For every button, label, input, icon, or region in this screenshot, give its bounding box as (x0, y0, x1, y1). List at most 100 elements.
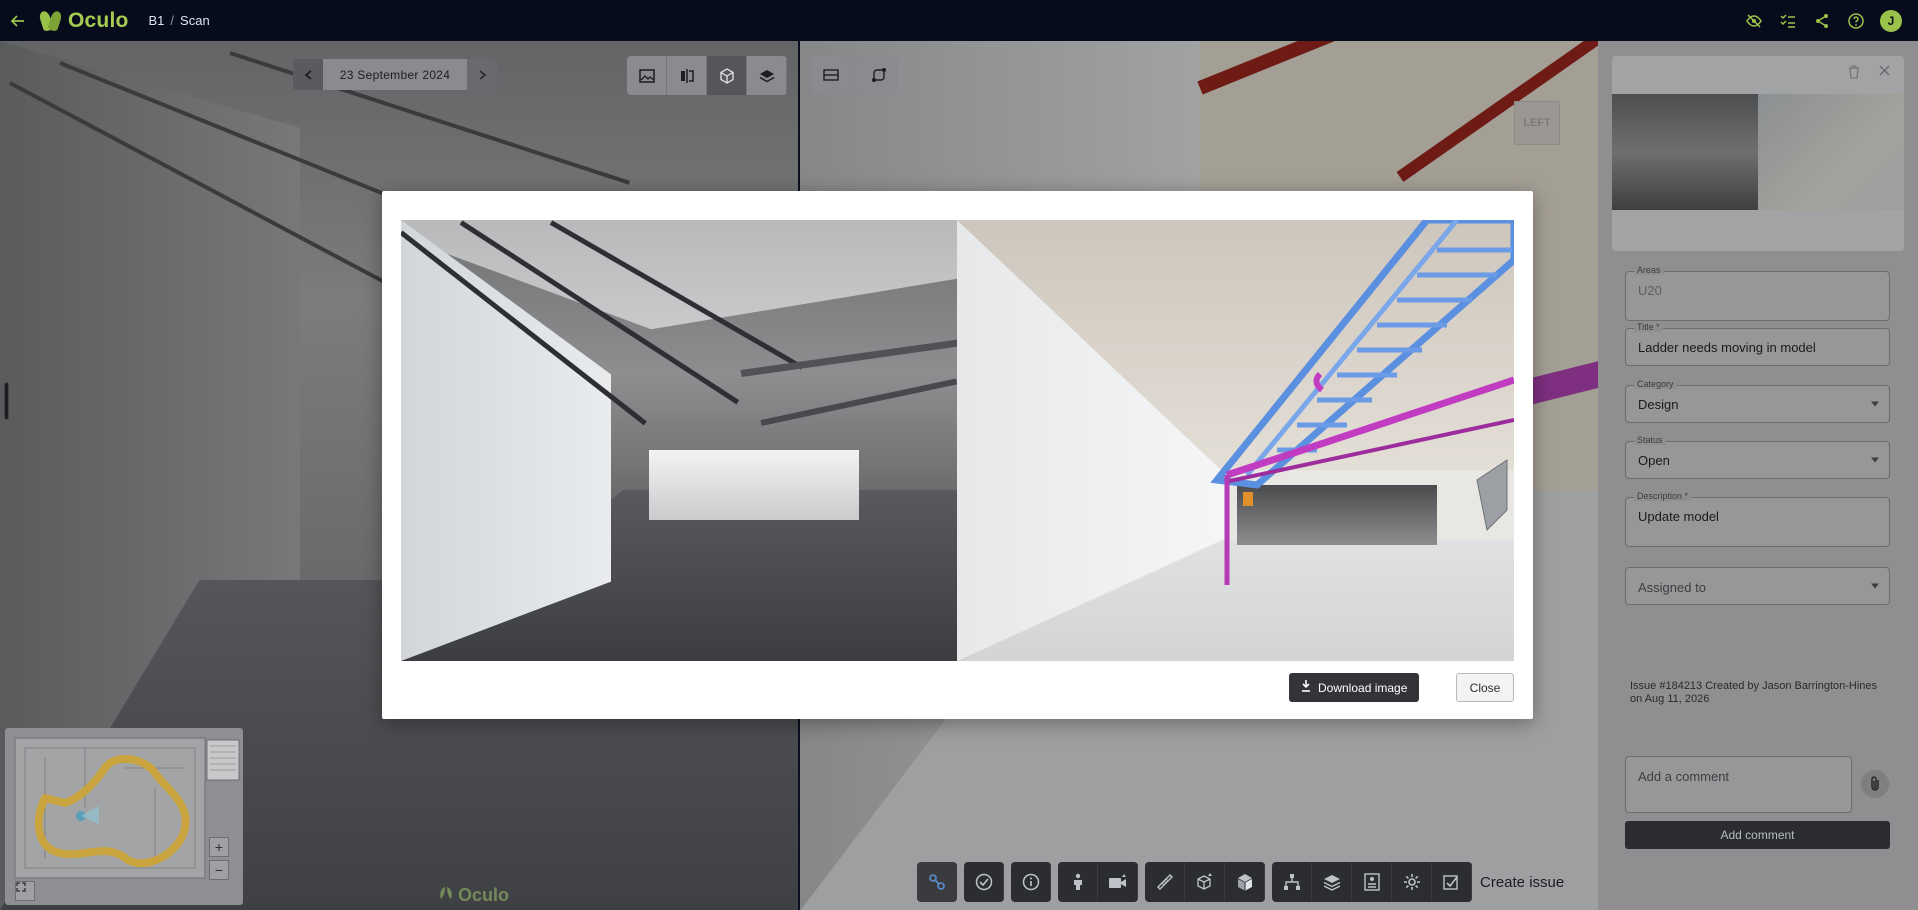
issues-icon[interactable] (917, 862, 957, 902)
back-arrow-icon[interactable] (0, 0, 36, 41)
bottom-toolbar (917, 862, 1472, 902)
floor-plan-minimap[interactable]: + − (5, 728, 243, 905)
areas-value: U20 (1638, 283, 1662, 298)
chevron-down-icon (1871, 583, 1879, 589)
comment-input[interactable]: Add a comment (1625, 756, 1852, 813)
snapshot-photo-half (401, 220, 957, 661)
minimap-plan (14, 737, 240, 879)
areas-label: Areas (1634, 265, 1664, 275)
photo-pipe (740, 339, 957, 377)
chevron-down-icon (1871, 401, 1879, 407)
checklist-icon[interactable] (1778, 11, 1798, 31)
tree-icon[interactable] (1272, 862, 1312, 902)
watermark-logo-icon (438, 885, 454, 906)
image-icon[interactable] (627, 56, 667, 95)
chevron-down-icon (1871, 457, 1879, 463)
check-icon[interactable] (964, 862, 1004, 902)
layers-icon[interactable] (747, 56, 787, 95)
resize-handle[interactable] (4, 382, 9, 420)
description-value: Update model (1638, 509, 1719, 524)
next-date-button[interactable] (467, 59, 497, 90)
split-view-icon[interactable] (667, 56, 707, 95)
issue-meta-text: Issue #184213 Created by Jason Barringto… (1630, 680, 1878, 705)
download-image-label: Download image (1318, 680, 1408, 695)
status-select[interactable]: Status Open (1625, 435, 1890, 479)
areas-field[interactable]: Areas U20 (1625, 265, 1890, 321)
photo-pipe (760, 378, 957, 426)
snapshot-preview-image (401, 220, 1514, 661)
category-label: Category (1634, 379, 1677, 389)
oculo-logo[interactable]: Oculo (40, 9, 129, 33)
view-mode-toolbar (627, 56, 787, 95)
description-label: Description * (1634, 491, 1692, 501)
model-elements (1210, 220, 1514, 585)
model-toolbar (812, 56, 898, 94)
nav-cube[interactable]: LEFT (1514, 101, 1560, 145)
cube-box-icon[interactable] (1185, 862, 1225, 902)
measure-icon[interactable] (1145, 862, 1185, 902)
oculo-logo-icon (40, 10, 62, 32)
route-icon[interactable] (860, 56, 898, 94)
toolbar-group (1011, 862, 1051, 902)
cube-solid-icon[interactable] (1225, 862, 1265, 902)
close-icon[interactable] (1879, 63, 1890, 81)
prev-date-button[interactable] (293, 59, 323, 90)
paperclip-icon[interactable] (1861, 770, 1889, 798)
trash-icon[interactable] (1848, 65, 1860, 82)
top-right-actions: J (1744, 0, 1918, 41)
date-label[interactable]: 23 September 2024 (323, 59, 467, 90)
help-icon[interactable] (1846, 11, 1866, 31)
properties-icon[interactable] (1352, 862, 1392, 902)
breadcrumb-separator: / (170, 13, 175, 28)
person-icon[interactable] (1058, 862, 1098, 902)
download-image-button[interactable]: Download image (1289, 673, 1420, 702)
minimap-zoom-out-button[interactable]: − (209, 860, 229, 880)
assigned-to-placeholder: Assigned to (1638, 580, 1706, 595)
toolbar-group (1058, 862, 1138, 902)
snapshot-preview-modal: Download image Close (382, 191, 1533, 719)
top-bar: Oculo B1 / Scan J (0, 0, 1918, 41)
share-icon[interactable] (1812, 11, 1832, 31)
close-modal-button[interactable]: Close (1456, 673, 1514, 702)
snapshot-photo (1612, 94, 1758, 210)
issue-snapshot-thumbnail[interactable] (1612, 56, 1904, 251)
settings-icon[interactable] (1392, 862, 1432, 902)
title-label: Title * (1634, 322, 1663, 332)
breadcrumb: B1 / Scan (149, 13, 210, 28)
assigned-to-select[interactable]: Assigned to (1625, 567, 1890, 605)
toolbar-group (964, 862, 1004, 902)
breadcrumb-level[interactable]: B1 (149, 13, 165, 28)
fullscreen-icon[interactable] (15, 881, 35, 901)
camera-icon[interactable] (1098, 862, 1138, 902)
watermark-text: Oculo (458, 885, 510, 905)
description-field[interactable]: Description * Update model (1625, 491, 1890, 547)
category-select[interactable]: Category Design (1625, 379, 1890, 423)
status-label: Status (1634, 435, 1666, 445)
section-icon[interactable] (812, 56, 850, 94)
date-navigator: 23 September 2024 (293, 59, 497, 90)
issue-detail-panel: Areas U20 Title * Ladder needs moving in… (1598, 41, 1918, 910)
title-field[interactable]: Title * Ladder needs moving in model (1625, 322, 1890, 366)
snapshot-model-half (957, 220, 1514, 661)
comment-placeholder: Add a comment (1638, 769, 1730, 784)
user-avatar[interactable]: J (1880, 9, 1902, 32)
info-icon[interactable] (1011, 862, 1051, 902)
category-value: Design (1638, 397, 1679, 412)
download-icon (1301, 680, 1311, 695)
toolbar-group (1272, 862, 1472, 902)
add-comment-button[interactable]: Add comment (1625, 821, 1890, 849)
breadcrumb-page: Scan (180, 13, 210, 28)
toolbar-group (1145, 862, 1265, 902)
oculo-watermark: Oculo (438, 885, 509, 906)
snapshot-model (1758, 94, 1904, 210)
eye-off-icon[interactable] (1744, 11, 1764, 31)
minimap-zoom-in-button[interactable]: + (209, 837, 229, 857)
create-issue-button[interactable]: Create issue (1454, 867, 1564, 897)
layers-stack-icon[interactable] (1312, 862, 1352, 902)
create-issue-label: Create issue (1480, 873, 1565, 891)
photo-corridor (649, 450, 859, 520)
cube-icon[interactable] (707, 56, 747, 95)
title-value: Ladder needs moving in model (1638, 340, 1816, 355)
status-value: Open (1638, 453, 1670, 468)
toolbar-group (917, 862, 957, 902)
